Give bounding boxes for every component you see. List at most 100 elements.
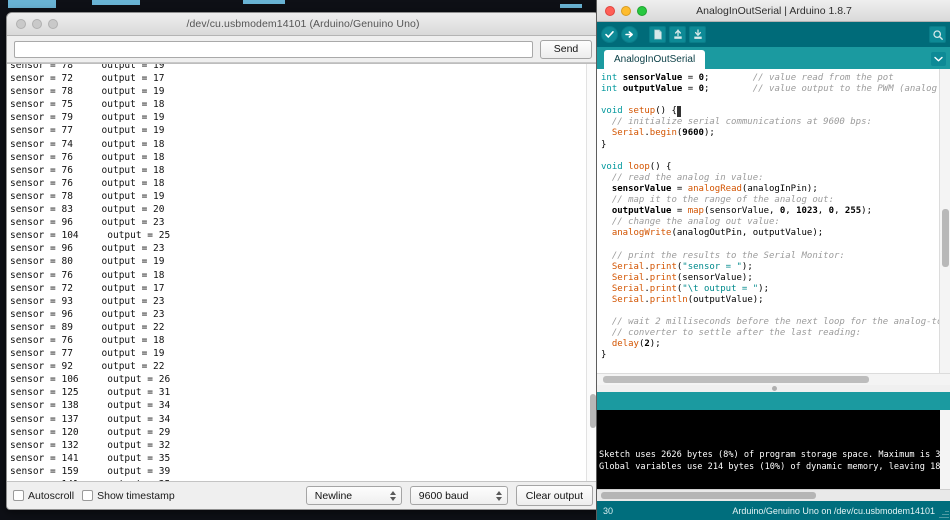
ide-status-band [597,392,950,410]
serial-output-area[interactable]: sensor = 78 output = 19 sensor = 72 outpu… [7,63,599,481]
desktop-decoration [92,0,140,5]
serial-sensor-value: sensor = 141 [10,479,79,481]
baud-rate-select[interactable]: 9600 baud [409,486,508,505]
serial-line-gap [73,138,102,151]
window-controls[interactable] [16,19,58,29]
arrow-right-icon [624,29,635,40]
serial-line-gap [73,177,102,190]
new-sketch-button[interactable] [649,26,666,43]
serial-output-line: sensor = 92 output = 22 [10,360,587,373]
show-timestamp-checkbox[interactable]: Show timestamp [82,490,175,502]
ide-toolbar [597,22,950,47]
serial-output-value: output = 23 [101,295,165,307]
serial-output-value: output = 23 [101,217,165,229]
serial-output-line: sensor = 77 output = 19 [10,124,587,137]
autoscroll-checkbox[interactable]: Autoscroll [13,490,74,502]
serial-line-gap [79,399,108,412]
code-editor-scrollbar-thumb[interactable] [942,209,949,267]
serial-line-gap [73,334,102,347]
serial-sensor-value: sensor = 96 [10,243,73,255]
ide-close-window-button[interactable] [605,5,615,16]
serial-line-gap [73,255,102,268]
serial-output-value: output = 19 [101,86,165,98]
serial-output-line: sensor = 78 output = 19 [10,85,587,98]
serial-sensor-value: sensor = 106 [10,374,79,386]
serial-monitor-titlebar[interactable]: /dev/cu.usbmodem14101 (Arduino/Genuino U… [7,13,599,36]
serial-output-line: sensor = 96 output = 23 [10,308,587,321]
code-editor-scrollbar[interactable] [939,69,950,373]
serial-line-gap [79,373,108,386]
serial-line-gap [73,321,102,334]
serial-sensor-value: sensor = 76 [10,269,73,281]
open-sketch-button[interactable] [669,26,686,43]
autoscroll-checkbox-box[interactable] [13,490,24,501]
code-editor-hscrollbar-thumb[interactable] [603,376,869,383]
serial-line-gap [79,478,108,481]
divider-grip[interactable] [771,386,777,391]
serial-output-value: output = 19 [101,256,165,268]
serial-output-value: output = 35 [107,452,171,464]
serial-output-value: output = 34 [107,413,171,425]
ide-minimize-window-button[interactable] [621,5,631,16]
serial-line-gap [79,452,108,465]
maximize-window-button[interactable] [48,19,58,29]
serial-output-line: sensor = 93 output = 23 [10,295,587,308]
show-timestamp-checkbox-box[interactable] [82,490,94,501]
serial-output-value: output = 35 [107,479,170,481]
save-sketch-button[interactable] [689,26,706,43]
code-editor[interactable]: int sensorValue = 0; // value read from … [597,69,950,373]
serial-output-line: sensor = 78 output = 19 [10,190,587,203]
serial-line-gap [79,465,108,478]
serial-line-gap [79,426,108,439]
tab-menu-button[interactable] [931,52,946,66]
editor-console-divider[interactable] [597,385,950,392]
ide-console-scrollbar[interactable] [940,410,950,489]
serial-sensor-value: sensor = 78 [10,190,73,202]
serial-sensor-value: sensor = 72 [10,282,73,294]
serial-output-value: output = 18 [101,151,165,163]
serial-line-gap [73,64,102,72]
serial-output-line: sensor = 76 output = 18 [10,151,587,164]
serial-monitor-button[interactable] [929,26,946,43]
serial-sensor-value: sensor = 104 [10,230,79,242]
ide-window-controls[interactable] [605,5,647,16]
line-ending-select[interactable]: Newline [305,486,402,505]
serial-output-value: output = 34 [107,400,171,412]
send-button[interactable]: Send [540,39,592,59]
serial-output-line: sensor = 89 output = 22 [10,321,587,334]
ide-console-line: Sketch uses 2626 bytes (8%) of program s… [599,450,950,460]
serial-sensor-value: sensor = 72 [10,73,73,85]
serial-sensor-value: sensor = 76 [10,151,73,163]
upload-button[interactable] [621,26,638,43]
ide-titlebar[interactable]: AnalogInOutSerial | Arduino 1.8.7 [597,0,950,22]
serial-line-gap [73,347,102,360]
ide-console-output[interactable]: Sketch uses 2626 bytes (8%) of program s… [597,410,950,489]
serial-output-line: sensor = 75 output = 18 [10,98,587,111]
ide-console-hscrollbar-thumb[interactable] [601,492,816,499]
serial-output-line: sensor = 74 output = 18 [10,138,587,151]
serial-monitor-input-row: Send [7,36,599,63]
close-window-button[interactable] [16,19,26,29]
serial-output-line: sensor = 141 output = 35 [10,452,587,465]
baud-rate-value: 9600 baud [418,489,469,502]
serial-output-value: output = 18 [101,177,165,189]
serial-sensor-value: sensor = 74 [10,138,73,150]
serial-output-value: output = 23 [101,308,165,320]
minimize-window-button[interactable] [32,19,42,29]
window-resize-grip[interactable] [939,508,949,518]
chevron-down-icon [934,56,943,62]
ide-maximize-window-button[interactable] [637,5,647,16]
serial-sensor-value: sensor = 79 [10,112,73,124]
serial-output-value: output = 20 [101,204,165,216]
serial-output-line: sensor = 137 output = 34 [10,413,587,426]
verify-button[interactable] [601,26,618,43]
clear-output-button[interactable]: Clear output [515,485,593,506]
serial-sensor-value: sensor = 120 [10,426,79,438]
serial-sensor-value: sensor = 92 [10,361,73,373]
check-icon [604,29,615,40]
code-editor-hscrollbar[interactable] [597,373,950,385]
ide-console-hscrollbar[interactable] [597,489,950,501]
tab-analoginoutserial[interactable]: AnalogInOutSerial [604,50,706,69]
serial-output-line: sensor = 76 output = 18 [10,164,587,177]
serial-command-input[interactable] [14,40,533,58]
